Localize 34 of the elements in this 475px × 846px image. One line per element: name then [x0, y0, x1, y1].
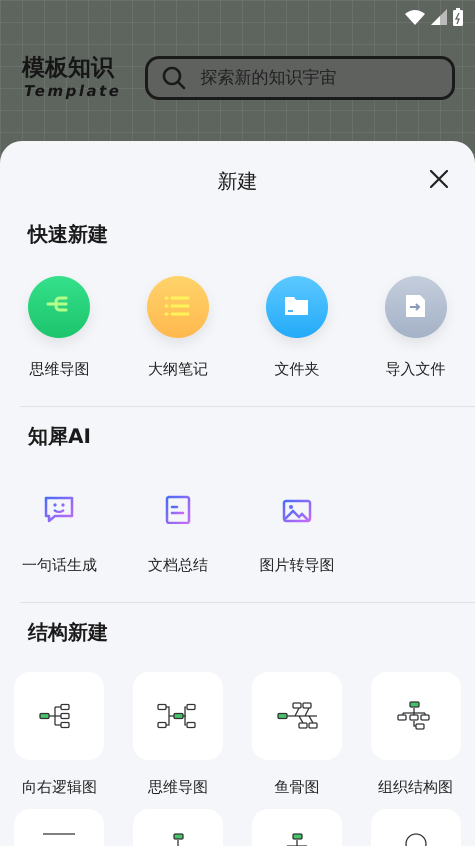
battery-icon	[453, 8, 463, 26]
template-label: 组织结构图	[378, 778, 454, 797]
ai-tool-item[interactable]: 文档总结	[118, 450, 238, 576]
close-icon	[427, 167, 451, 191]
section-heading: 知犀AI	[26, 423, 92, 450]
template-label: 思维导图	[148, 778, 208, 797]
quick-create-item[interactable]: 文件夹	[238, 248, 356, 380]
sheet-title: 新建	[218, 168, 258, 194]
template-tile[interactable]	[252, 672, 342, 760]
wifi-icon	[405, 9, 425, 25]
quick-create-item[interactable]: 导入文件	[356, 248, 475, 380]
quick-create-item[interactable]: 思维导图	[0, 248, 119, 380]
section-heading: 结构新建	[26, 619, 109, 646]
app-title: 模板知识	[22, 56, 116, 82]
ai-tool-item[interactable]: 一句话生成	[0, 450, 119, 576]
search-icon	[162, 66, 186, 90]
app-subtitle: Template	[23, 82, 122, 100]
mindmap-icon	[28, 276, 90, 338]
outline-icon	[147, 276, 210, 338]
folder-icon	[266, 276, 328, 338]
search-field[interactable]: 探索新的知识宇宙	[145, 56, 455, 100]
template-label: 向右逻辑图	[22, 778, 97, 797]
ai-tool-item[interactable]: 图片转导图	[238, 450, 356, 576]
quick-create-item[interactable]: 大纲笔记	[118, 248, 238, 380]
chat-icon	[43, 494, 76, 524]
signal-icon	[431, 9, 447, 25]
template-tile[interactable]	[133, 672, 224, 760]
section-heading: 快速新建	[26, 221, 109, 248]
template-tile[interactable]	[14, 672, 104, 760]
template-tile[interactable]	[370, 672, 461, 760]
template-label: 鱼骨图	[274, 778, 320, 797]
close-button[interactable]	[427, 167, 451, 191]
search-input[interactable]: 探索新的知识宇宙	[198, 67, 438, 89]
import-icon	[384, 276, 447, 338]
